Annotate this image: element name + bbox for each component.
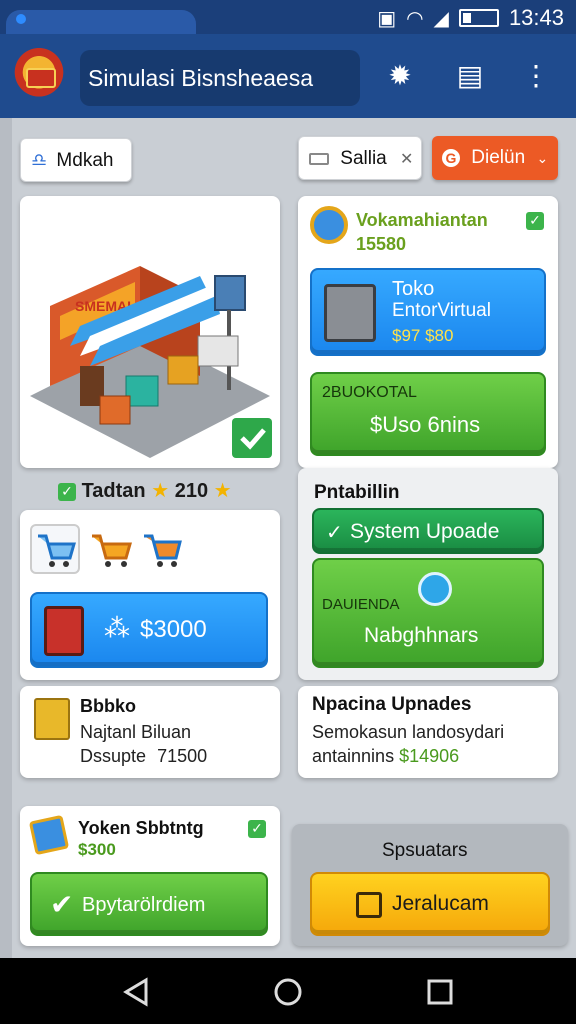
rating-check-icon: ✓ <box>58 482 76 501</box>
sponsor-panel: Spsuatars Jeralucam <box>292 824 568 946</box>
back-icon[interactable] <box>114 970 158 1014</box>
refresh-icon: G <box>442 148 460 167</box>
toko-virtual-button[interactable]: Toko EntorVirtual $97 $80 <box>310 268 546 356</box>
reward-amount: 15580 <box>356 234 407 254</box>
token-title: Yoken Sbbtntg <box>78 818 204 838</box>
rating-label: Tadtan <box>81 480 146 502</box>
sim-icon: ▣ <box>377 6 397 30</box>
system-upgrade-button[interactable]: ✓ System Upoade <box>312 508 544 554</box>
navigation-inner-label: DAUIENDA <box>322 596 400 613</box>
upgrades-card[interactable]: Npacina Upnades Semokasun landosydari an… <box>298 686 558 778</box>
upgrades-line2: antainnins $14906 <box>312 746 459 767</box>
app-logo-icon <box>12 48 66 102</box>
profile-chip[interactable]: ♎ Mdkah <box>20 138 132 182</box>
keyboard-icon <box>309 152 329 165</box>
sponsor-button[interactable]: Jeralucam <box>310 872 550 936</box>
store-illustration: SMEMAL <box>30 266 272 458</box>
rating-value: 210 <box>174 480 209 502</box>
token-price: $300 <box>78 840 116 859</box>
token-card: Yoken Sbbtntg ✓ $300 ✔ Bpytarölrdiem <box>20 806 280 946</box>
orange-cart-icon[interactable] <box>88 526 138 576</box>
gift-icon <box>356 892 382 918</box>
status-icons: ▣ ◠ ◢ 13:43 <box>377 5 564 31</box>
token-check-icon: ✓ <box>248 820 266 838</box>
sponsor-button-label: Jeralucam <box>392 892 489 915</box>
app-bar: Simulasi Bisnsheaesa ✹ ▤ ⋮ <box>0 34 576 118</box>
upgrades-title: Npacina Upnades <box>312 694 472 715</box>
settings-gear-icon[interactable]: ✹ <box>380 56 420 96</box>
upgrades-amount: $14906 <box>399 746 460 766</box>
star-icon: ★ <box>213 478 232 502</box>
stock-card[interactable]: Bbbko Najtanl Biluan Dssupte 71500 <box>20 686 280 778</box>
left-rail <box>0 118 12 958</box>
potential-panel: Pntabillin ✓ System Upoade DAUIENDA Nabg… <box>298 468 558 680</box>
notification-dot-icon <box>16 14 26 24</box>
coin-icon: ⁂ <box>104 614 130 644</box>
toko-price: $97 $80 <box>392 326 454 345</box>
token-icon <box>28 814 70 856</box>
app-title: Simulasi Bisnsheaesa <box>80 50 360 106</box>
stock-price: 71500 <box>157 746 208 766</box>
token-buy-button[interactable]: ✔ Bpytarölrdiem <box>30 872 268 936</box>
reward-title: Vokamahiantan <box>356 210 488 230</box>
category-dropdown-label: Dielün <box>471 147 526 168</box>
bell-icon: ♎ <box>31 150 48 171</box>
system-nav-bar <box>0 958 576 1024</box>
stock-line2-label: Dssupte <box>80 746 147 766</box>
stock-line2: Dssupte 71500 <box>80 746 207 767</box>
upgrades-line1: Semokasun landosydari <box>312 722 505 742</box>
promo-main-label: $Uso 6nins <box>370 412 481 437</box>
chevron-down-icon: ⌄ <box>536 151 549 167</box>
trash-bin-icon <box>324 284 376 342</box>
upgrades-line2-label: antainnins <box>312 746 395 766</box>
reward-card: Vokamahiantan ✓ 15580 Toko EntorVirtual … <box>298 196 558 468</box>
basket-cart-icon[interactable] <box>138 524 188 574</box>
check-icon: ✓ <box>326 520 343 544</box>
buy-cart-price: $3000 <box>140 616 207 643</box>
blue-cart-icon[interactable] <box>30 524 80 574</box>
stats-icon[interactable]: ▤ <box>450 56 490 96</box>
star-icon: ★ <box>151 478 170 502</box>
search-chip-label: Sallia <box>340 148 387 169</box>
stock-line1: Najtanl Biluan <box>80 722 192 742</box>
category-dropdown[interactable]: G Dielün ⌄ <box>432 136 558 180</box>
stock-title: Bbbko <box>80 696 136 716</box>
potential-title: Pntabillin <box>314 482 400 503</box>
location-pin-icon <box>418 572 452 606</box>
navigation-label: Nabghhnars <box>364 624 479 647</box>
status-time: 13:43 <box>508 5 564 30</box>
wifi-icon: ◠ <box>406 6 424 30</box>
system-upgrade-label: System Upoade <box>350 520 500 543</box>
box-icon <box>34 698 70 740</box>
toko-subtitle: EntorVirtual <box>392 300 491 321</box>
token-buy-label: Bpytarölrdiem <box>82 894 206 916</box>
more-menu-icon[interactable]: ⋮ <box>516 56 556 96</box>
clear-search-icon[interactable]: ✕ <box>400 149 413 168</box>
recents-icon[interactable] <box>418 970 462 1014</box>
battery-icon <box>458 9 499 27</box>
search-chip[interactable]: Sallia ✕ <box>298 136 422 180</box>
signal-icon: ◢ <box>433 6 449 30</box>
shop-stand-icon <box>44 606 84 656</box>
medal-icon <box>310 206 348 244</box>
reward-check-icon: ✓ <box>526 212 544 230</box>
status-bar: ▣ ◠ ◢ 13:43 <box>0 0 576 36</box>
navigation-button[interactable]: DAUIENDA Nabghhnars <box>312 558 544 668</box>
cart-card: ⁂ $3000 <box>20 510 280 680</box>
promo-top-label: 2BUOKOTAL <box>322 384 417 401</box>
buy-cart-button[interactable]: ⁂ $3000 <box>30 592 268 668</box>
store-rating: ✓ Tadtan ★ 210 ★ <box>58 478 232 503</box>
home-icon[interactable] <box>266 970 310 1014</box>
check-icon: ✔ <box>50 888 74 921</box>
status-notification-pill <box>6 10 196 36</box>
sponsor-title: Spsuatars <box>382 840 468 861</box>
store-card[interactable]: SMEMAL <box>20 196 280 468</box>
promo-button[interactable]: 2BUOKOTAL $Uso 6nins <box>310 372 546 456</box>
profile-chip-label: Mdkah <box>56 150 114 171</box>
toko-title: Toko <box>392 278 435 300</box>
